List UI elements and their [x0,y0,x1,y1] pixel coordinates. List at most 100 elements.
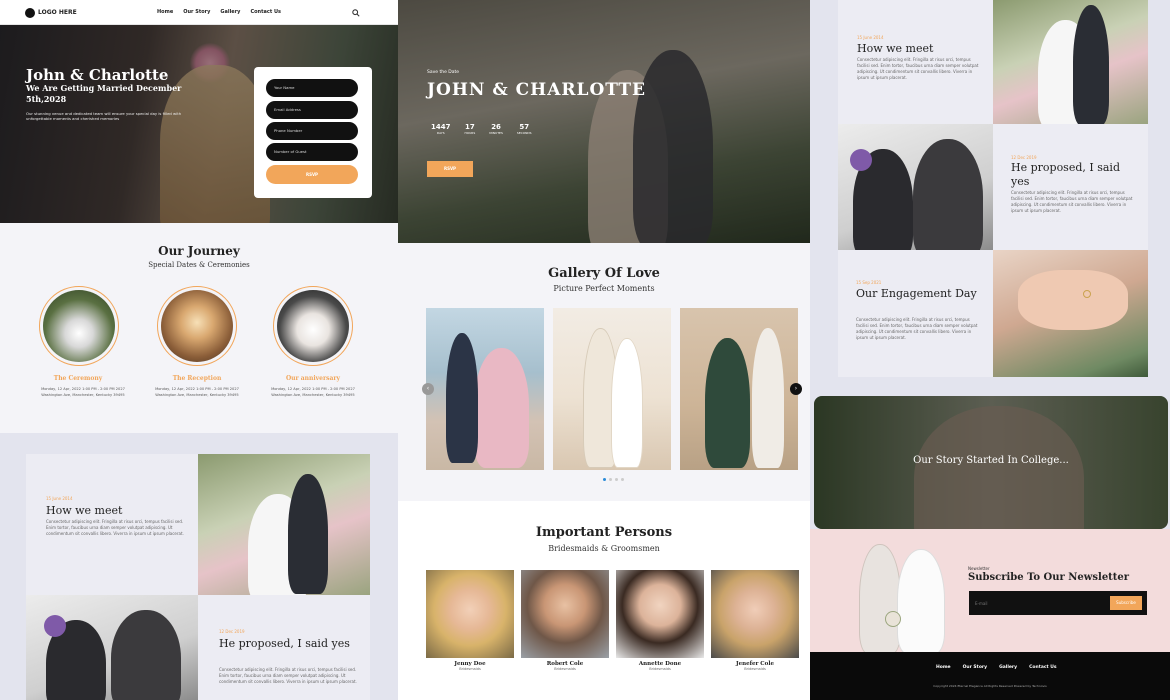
event-date: Monday, 12 Apr, 2022 1:00 PM - 2:00 PM 2… [271,387,355,391]
story-title: How we meet [857,42,934,55]
person-card: Annette Done Bridesmaids [616,570,704,680]
gallery-prev-button[interactable]: ‹ [422,383,434,395]
countdown-days: 1447 DAYS [431,123,450,135]
person-photo [616,570,704,658]
nav-contact[interactable]: Contact Us [250,9,281,15]
guests-field[interactable]: Number of Guest [266,143,358,161]
chevron-left-icon: ‹ [426,385,430,392]
hero2-overlay [398,0,810,243]
event-name: Our anniversary [285,375,341,382]
right-column: 15 June 2014 How we meet Consectetur adi… [810,0,1170,700]
story-photo-couple-close [838,124,993,250]
gallery-title: Gallery Of Love [548,266,660,281]
journey-subtitle: Special Dates & Ceremonies [148,261,250,269]
college-banner: Our Story Started In College... [814,396,1168,529]
nav-home[interactable]: Home [157,9,173,15]
gallery-dot[interactable] [609,478,612,481]
countdown-label: SECONDS [516,131,532,135]
story-photo-couple-garden [993,0,1148,124]
photo-bride [897,549,945,654]
countdown-minutes: 26 MINUTES [489,123,503,135]
email-field[interactable]: Email Address [266,101,358,119]
gallery-dot-active[interactable] [603,478,606,481]
story-text: Consectetur adipiscing elit. Fringilla a… [219,667,357,684]
photo-groom [446,333,478,463]
event-name: The Ceremony [53,375,103,382]
gallery-dots [603,478,624,481]
person-photo [711,570,799,658]
countdown-value: 1447 [431,123,451,131]
story-title: He proposed, I said yes [1011,161,1120,188]
photo-flowers [850,149,872,171]
logo[interactable]: LOGO HERE [25,7,77,18]
event-photo-reception [157,286,237,366]
gallery-photo-beach [553,308,671,470]
story-section-left: 15 June 2014 How we meet Consectetur adi… [0,433,398,700]
photo-groom [752,328,784,468]
countdown-seconds: 57 SECONDS [517,123,532,135]
event-card: The Reception Monday, 12 Apr, 2022 1:00 … [152,283,242,403]
hero-section: John & Charlotte We Are Getting Married … [0,25,398,223]
story-title: Our Engagement Day [856,287,977,300]
story-text-block: 15 June 2014 How we meet Consectetur adi… [838,0,993,124]
left-column: LOGO HERE Home Our Story Gallery Contact… [0,0,398,700]
photo-groom [1073,5,1109,124]
logo-icon [25,7,35,18]
countdown-label: HOURS [464,131,476,135]
story-text: Consectetur adipiscing elit. Fringilla a… [857,57,979,80]
footer-gallery[interactable]: Gallery [999,665,1017,670]
story-text-block: 12 Dec 2019 He proposed, I said yes Cons… [993,124,1148,250]
journey-section: Our Journey Special Dates & Ceremonies T… [0,223,398,433]
event-address: Washington Ave, Manchester, Kentucky 394… [41,393,125,397]
story-date: 15 Sep 2021 [856,280,882,285]
gallery-photo-dance [426,308,544,470]
footer-our-story[interactable]: Our Story [963,665,987,670]
footer-contact[interactable]: Contact Us [1029,665,1057,670]
footer-home[interactable]: Home [936,665,951,670]
story-text-block: 15 Sep 2021 Our Engagement Day Consectet… [838,250,993,377]
subscribe-button[interactable]: Subscribe [1110,596,1142,610]
gallery-next-button[interactable]: › [790,383,802,395]
person-role: Bridesmaids [554,667,576,671]
newsletter-email-input[interactable] [975,597,1095,609]
event-address: Washington Ave, Manchester, Kentucky 394… [155,393,239,397]
logo-text: LOGO HERE [38,9,77,16]
hero2-rsvp-button[interactable]: RSVP [427,161,473,177]
event-card: Our anniversary Monday, 12 Apr, 2022 1:0… [268,283,358,403]
gallery-dot[interactable] [615,478,618,481]
person-card: Jenefer Cole Bridesmaids [711,570,799,680]
person-photo [521,570,609,658]
photo-bride [611,338,643,468]
hero-title: John & Charlotte [26,66,169,84]
photo-bride [705,338,750,468]
newsletter-eyebrow: Newsletter [968,566,990,571]
person-photo [426,570,514,658]
name-field[interactable]: Your Name [266,79,358,97]
rsvp-button[interactable]: RSVP [266,165,358,184]
countdown-hero: Save the Date JOHN & CHARLOTTE 1447 DAYS… [398,0,810,243]
newsletter-photo-couple [845,539,955,654]
chevron-right-icon: › [794,385,798,392]
newsletter-title: Subscribe To Our Newsletter [968,572,1130,583]
person-role: Bridesmaids [649,667,671,671]
nav-our-story[interactable]: Our Story [183,9,210,15]
countdown: 1447 DAYS 17 HOURS 26 MINUTES 57 SECONDS [431,123,532,135]
newsletter-section: Newsletter Subscribe To Our Newsletter S… [810,529,1170,654]
photo-hands [1018,270,1128,330]
hero-subtitle: We Are Getting Married December 5th,2028 [26,83,182,104]
search-icon[interactable] [352,9,360,17]
nav-gallery[interactable]: Gallery [220,9,240,15]
top-nav: LOGO HERE Home Our Story Gallery Contact… [0,0,398,25]
phone-field[interactable]: Phone Number [266,122,358,140]
newsletter-form: Subscribe [969,591,1147,615]
event-date: Monday, 12 Apr, 2022 1:00 PM - 2:00 PM 2… [155,387,239,391]
photo-flowers [44,615,66,637]
nav-links: Home Our Story Gallery Contact Us [157,9,281,15]
college-text: Our Story Started In College... [913,455,1069,466]
story-photo-couple-close [26,595,198,700]
gallery-dot[interactable] [621,478,624,481]
footer-links: Home Our Story Gallery Contact Us [936,665,1057,670]
event-photo-ceremony [39,286,119,366]
event-photo-inner [43,290,115,362]
persons-title: Important Persons [535,525,673,540]
